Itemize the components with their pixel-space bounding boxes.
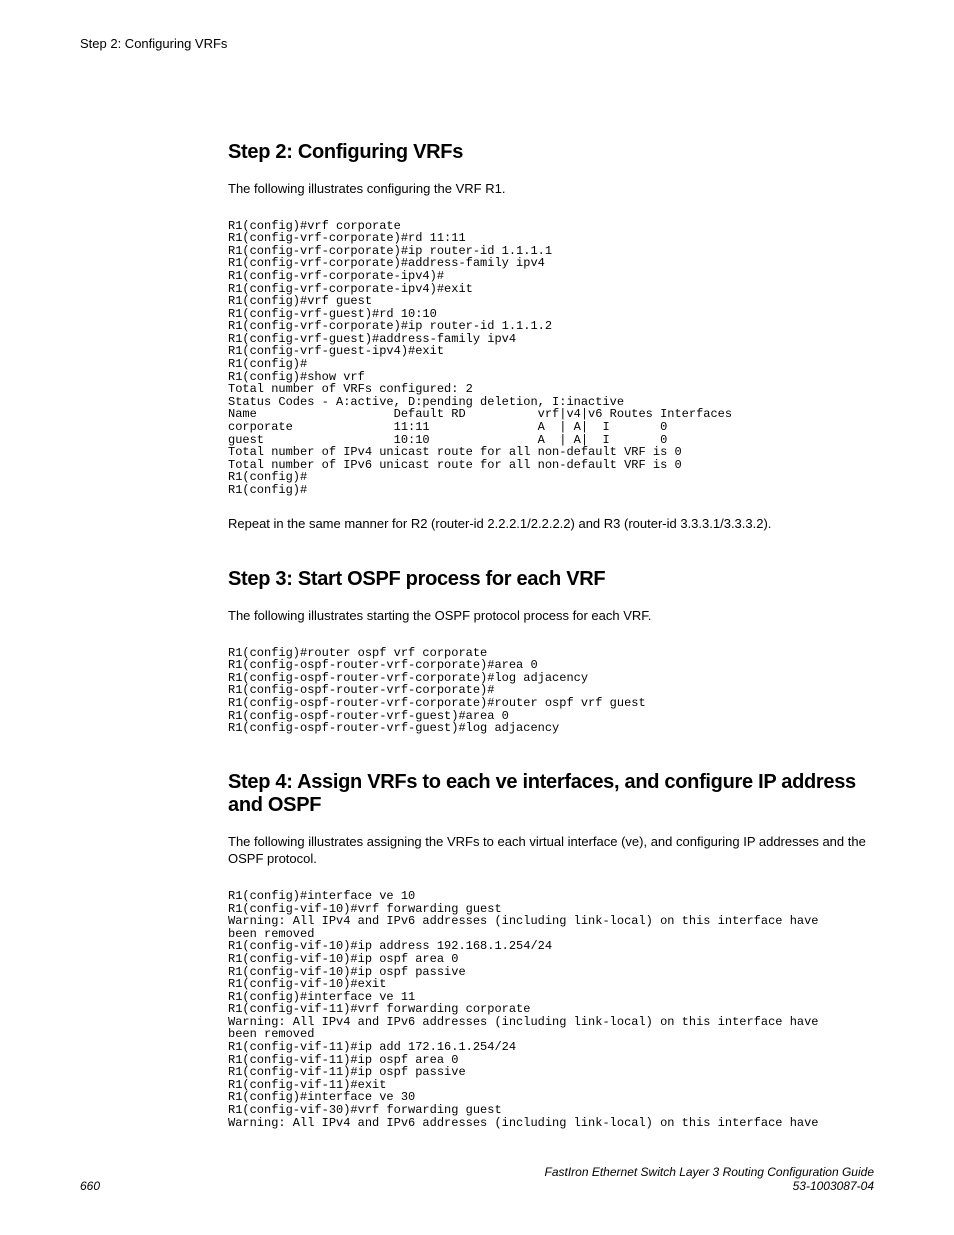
section-step3: Step 3: Start OSPF process for each VRF … bbox=[228, 568, 874, 735]
code-step4: R1(config)#interface ve 10 R1(config-vif… bbox=[228, 890, 874, 1129]
section-step4: Step 4: Assign VRFs to each ve interface… bbox=[228, 771, 874, 1129]
heading-step2: Step 2: Configuring VRFs bbox=[228, 141, 874, 164]
code-step2: R1(config)#vrf corporate R1(config-vrf-c… bbox=[228, 220, 874, 497]
page-number: 660 bbox=[80, 1179, 100, 1193]
page-footer: 660 FastIron Ethernet Switch Layer 3 Rou… bbox=[80, 1165, 874, 1193]
after-step2: Repeat in the same manner for R2 (router… bbox=[228, 515, 874, 533]
page: Step 2: Configuring VRFs Step 2: Configu… bbox=[0, 0, 954, 1235]
intro-step4: The following illustrates assigning the … bbox=[228, 833, 874, 868]
footer-right: FastIron Ethernet Switch Layer 3 Routing… bbox=[544, 1165, 874, 1193]
intro-step3: The following illustrates starting the O… bbox=[228, 607, 874, 625]
code-step3: R1(config)#router ospf vrf corporate R1(… bbox=[228, 647, 874, 735]
page-content: Step 2: Configuring VRFs The following i… bbox=[228, 141, 874, 1129]
section-step2: Step 2: Configuring VRFs The following i… bbox=[228, 141, 874, 532]
page-header: Step 2: Configuring VRFs bbox=[80, 36, 874, 51]
heading-step4: Step 4: Assign VRFs to each ve interface… bbox=[228, 771, 874, 817]
intro-step2: The following illustrates configuring th… bbox=[228, 180, 874, 198]
footer-title: FastIron Ethernet Switch Layer 3 Routing… bbox=[544, 1165, 874, 1179]
heading-step3: Step 3: Start OSPF process for each VRF bbox=[228, 568, 874, 591]
footer-docnum: 53-1003087-04 bbox=[544, 1179, 874, 1193]
